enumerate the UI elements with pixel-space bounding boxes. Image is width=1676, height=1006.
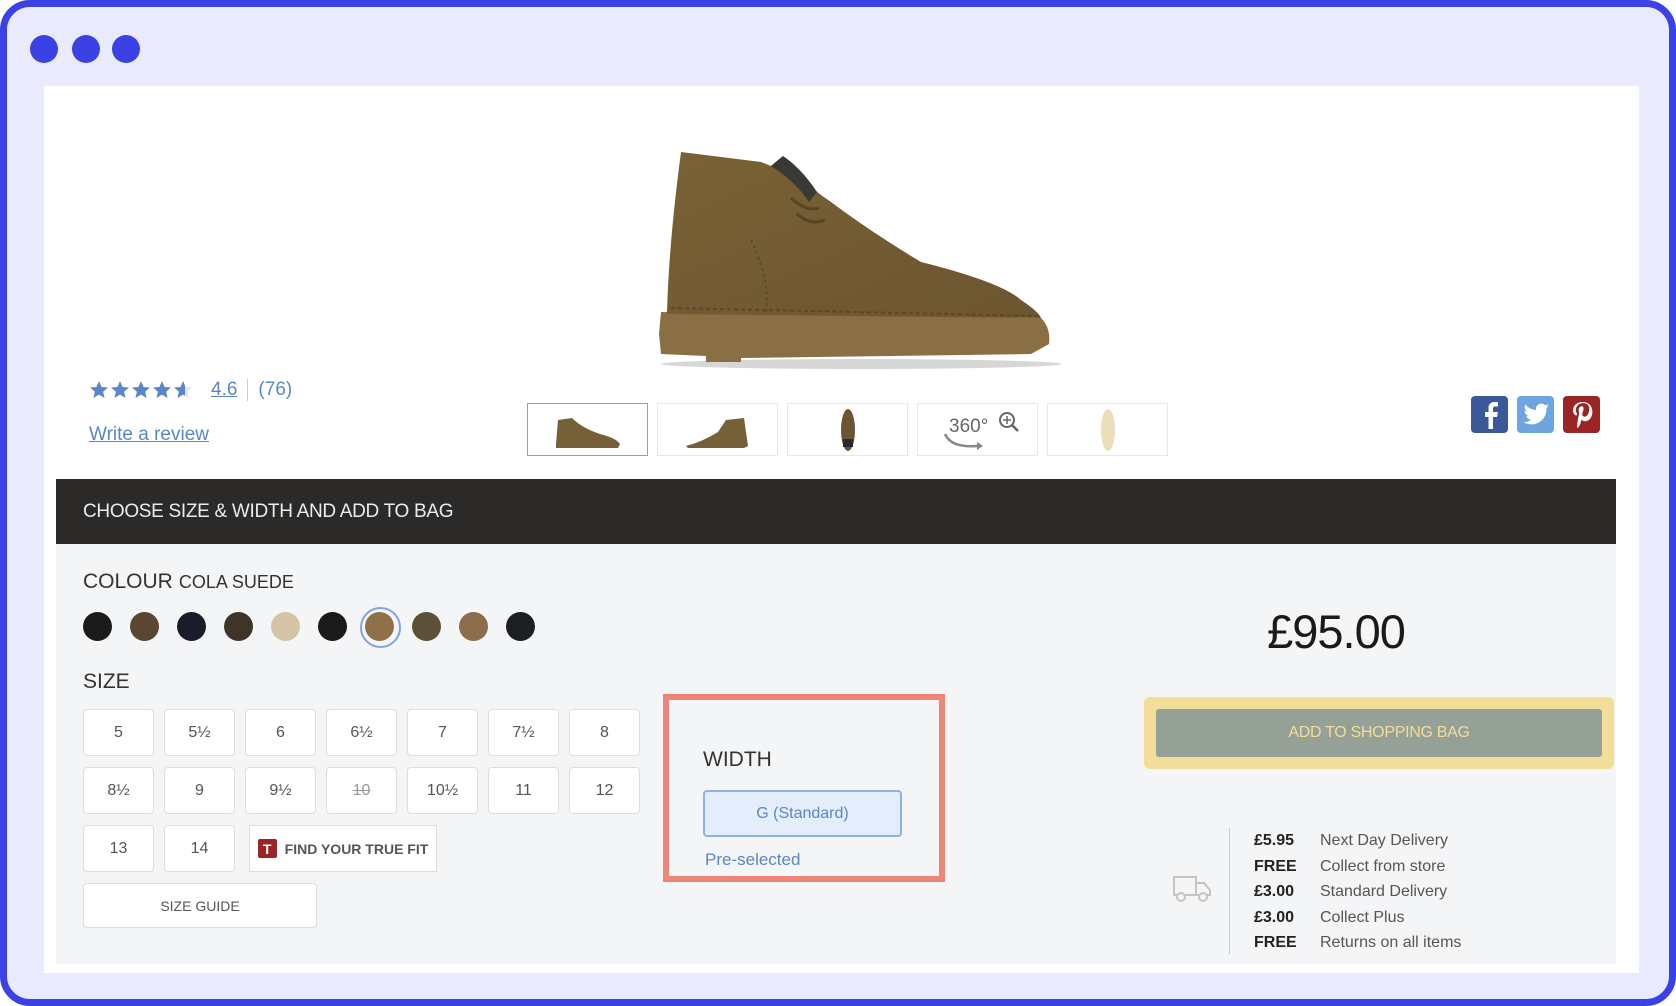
size-option-button[interactable]: 14 bbox=[164, 825, 235, 872]
window-control-dot[interactable] bbox=[72, 35, 100, 63]
selected-colour-name: COLA SUEDE bbox=[178, 572, 294, 592]
colour-swatch[interactable] bbox=[459, 612, 488, 641]
size-option-button[interactable]: 13 bbox=[83, 825, 154, 872]
svg-text:360°: 360° bbox=[949, 416, 988, 437]
divider bbox=[247, 379, 249, 401]
width-heading: WIDTH bbox=[703, 748, 772, 771]
facebook-share-button[interactable] bbox=[1471, 396, 1508, 433]
browser-frame: 4.6 (76) Write a review 360° CHOOSE SIZE… bbox=[0, 0, 1676, 1006]
size-option-button[interactable]: 8 bbox=[569, 709, 640, 756]
delivery-label: Collect from store bbox=[1320, 857, 1446, 875]
size-option-button[interactable]: 7½ bbox=[488, 709, 559, 756]
pinterest-share-button[interactable] bbox=[1563, 396, 1600, 433]
true-fit-label: FIND YOUR TRUE FIT bbox=[284, 840, 429, 857]
star-icon bbox=[90, 381, 108, 398]
size-option-button[interactable]: 5½ bbox=[164, 709, 235, 756]
find-true-fit-button[interactable]: T FIND YOUR TRUE FIT bbox=[249, 825, 437, 872]
window-control-dot[interactable] bbox=[30, 35, 58, 63]
size-option-button[interactable]: 6 bbox=[245, 709, 316, 756]
colour-swatch[interactable] bbox=[271, 612, 300, 641]
delivery-price: FREE bbox=[1254, 934, 1297, 952]
size-option-button[interactable]: 9 bbox=[164, 767, 235, 814]
delivery-option-row: FREE Returns on all items bbox=[1254, 930, 1461, 956]
product-image[interactable] bbox=[621, 122, 1101, 392]
size-option-button[interactable]: 12 bbox=[569, 767, 640, 814]
colour-swatches bbox=[83, 607, 535, 648]
delivery-price: £3.00 bbox=[1254, 908, 1295, 926]
size-option-button[interactable]: 10½ bbox=[407, 767, 478, 814]
section-title: CHOOSE SIZE & WIDTH AND ADD TO BAG bbox=[83, 500, 454, 522]
rotate-360-icon: 360° bbox=[943, 411, 1019, 450]
colour-swatch[interactable] bbox=[506, 612, 535, 641]
twitter-share-button[interactable] bbox=[1517, 396, 1554, 433]
star-icon bbox=[111, 381, 129, 398]
colour-heading: COLOUR COLA SUEDE bbox=[83, 570, 294, 594]
star-icon bbox=[132, 381, 150, 398]
colour-swatch[interactable] bbox=[360, 607, 401, 648]
delivery-label: Returns on all items bbox=[1320, 934, 1462, 952]
colour-swatch[interactable] bbox=[177, 612, 206, 641]
facebook-icon bbox=[1484, 401, 1498, 429]
purchase-options-panel: COLOUR COLA SUEDE SIZE 5 5½ 6 6½ 7 7½ 8 8½ 9 9½ 10 1… bbox=[56, 544, 1616, 964]
delivery-price: FREE bbox=[1254, 857, 1297, 875]
star-half-icon bbox=[174, 381, 192, 398]
pinterest-icon bbox=[1572, 401, 1592, 428]
colour-swatch[interactable] bbox=[412, 612, 441, 641]
add-to-shopping-bag-button[interactable]: ADD TO SHOPPING BAG bbox=[1156, 709, 1602, 757]
size-option-button[interactable]: 9½ bbox=[245, 767, 316, 814]
delivery-option-row: £5.95 Next Day Delivery bbox=[1254, 828, 1461, 854]
delivery-option-row: £3.00 Collect Plus bbox=[1254, 905, 1461, 931]
add-to-bag-highlight: ADD TO SHOPPING BAG bbox=[1144, 697, 1614, 769]
review-count: (76) bbox=[258, 379, 293, 400]
delivery-label: Standard Delivery bbox=[1320, 883, 1448, 901]
size-option-button[interactable]: 6½ bbox=[326, 709, 397, 756]
star-icon bbox=[153, 381, 171, 398]
rating-stars bbox=[89, 380, 193, 400]
size-guide-button[interactable]: SIZE GUIDE bbox=[83, 883, 317, 928]
section-header: CHOOSE SIZE & WIDTH AND ADD TO BAG bbox=[56, 479, 1616, 544]
thumbnail-sole-view[interactable] bbox=[1047, 403, 1168, 456]
divider bbox=[1229, 828, 1230, 954]
thumbnail-angle-view[interactable] bbox=[657, 403, 778, 456]
window-control-dot[interactable] bbox=[112, 35, 140, 63]
delivery-option-row: £3.00 Standard Delivery bbox=[1254, 879, 1461, 905]
boot-image bbox=[659, 152, 1061, 369]
size-option-button[interactable]: 8½ bbox=[83, 767, 154, 814]
preselected-note: Pre-selected bbox=[705, 850, 801, 869]
colour-label: COLOUR bbox=[83, 570, 173, 593]
width-selector-highlight: WIDTH G (Standard) Pre-selected bbox=[663, 694, 945, 882]
size-option-button[interactable]: 11 bbox=[488, 767, 559, 814]
product-price: £95.00 bbox=[1267, 605, 1406, 658]
colour-swatch[interactable] bbox=[224, 612, 253, 641]
delivery-options: £5.95 Next Day Delivery FREE Collect from s… bbox=[1254, 828, 1461, 956]
rating-value-link[interactable]: 4.6 bbox=[211, 379, 237, 401]
width-option-button[interactable]: G (Standard) bbox=[703, 790, 902, 837]
size-heading: SIZE bbox=[83, 670, 130, 693]
delivery-option-row: FREE Collect from store bbox=[1254, 854, 1461, 880]
social-share bbox=[1471, 396, 1600, 433]
write-review-link[interactable]: Write a review bbox=[89, 424, 209, 446]
thumbnail-side-view[interactable] bbox=[527, 403, 648, 456]
true-fit-icon: T bbox=[257, 839, 277, 858]
delivery-label: Next Day Delivery bbox=[1320, 832, 1449, 849]
size-option-button[interactable]: 10 bbox=[326, 767, 397, 814]
size-options: 5 5½ 6 6½ 7 7½ 8 8½ 9 9½ 10 10½ 11 12 13 14 T FIND YOUR T… bbox=[83, 709, 643, 928]
delivery-price: £5.95 bbox=[1254, 832, 1295, 849]
product-rating: 4.6 (76) bbox=[89, 379, 292, 401]
delivery-label: Collect Plus bbox=[1320, 908, 1405, 926]
delivery-price: £3.00 bbox=[1254, 883, 1295, 901]
thumbnail-360-view[interactable]: 360° bbox=[917, 403, 1038, 456]
colour-swatch[interactable] bbox=[318, 612, 347, 641]
colour-swatch[interactable] bbox=[130, 612, 159, 641]
twitter-icon bbox=[1523, 403, 1549, 424]
thumbnail-top-view[interactable] bbox=[787, 403, 908, 456]
truck-icon bbox=[1173, 876, 1211, 902]
size-option-button[interactable]: 5 bbox=[83, 709, 154, 756]
thumbnail-strip: 360° bbox=[527, 403, 1168, 456]
product-page: 4.6 (76) Write a review 360° CHOOSE SIZE… bbox=[44, 86, 1639, 973]
size-option-button[interactable]: 7 bbox=[407, 709, 478, 756]
colour-swatch[interactable] bbox=[83, 612, 112, 641]
